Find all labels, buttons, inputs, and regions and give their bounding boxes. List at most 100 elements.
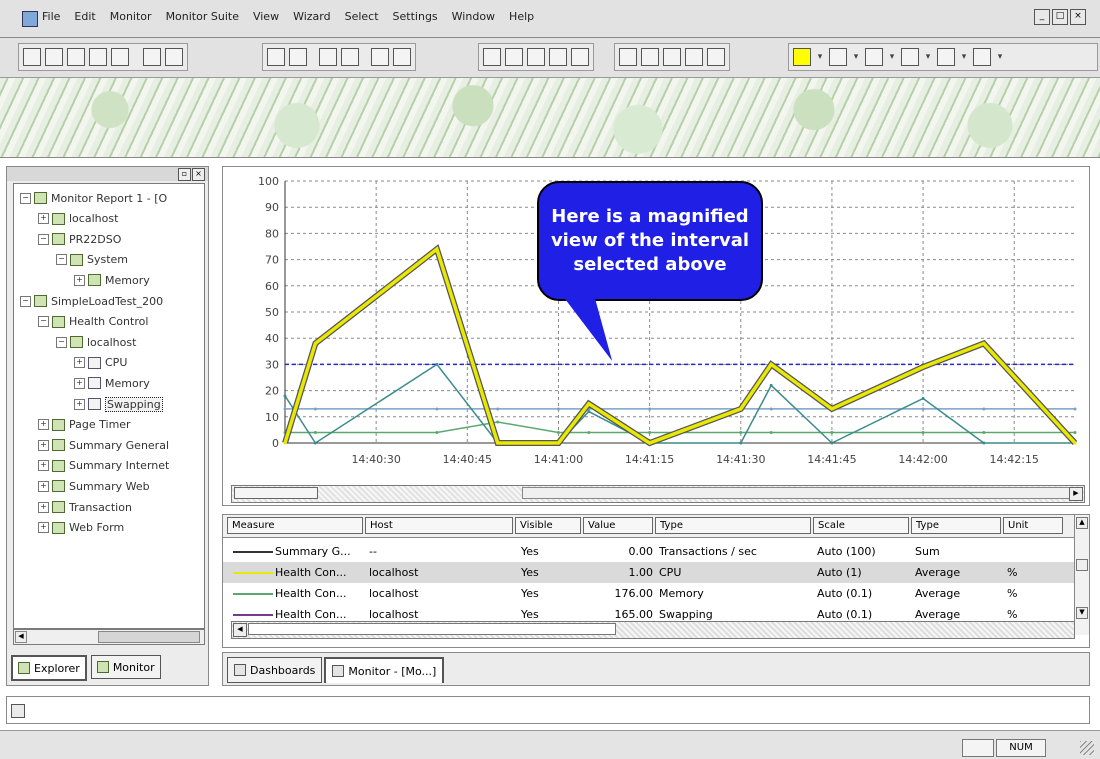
interval-start-handle[interactable] <box>234 487 318 499</box>
expand-icon[interactable]: + <box>38 480 49 492</box>
delete-icon[interactable] <box>341 48 359 66</box>
resize-grip[interactable] <box>1080 741 1094 755</box>
tree-item[interactable]: − PR22DSO <box>38 229 121 249</box>
grid-horizontal-scrollbar[interactable]: ◀ <box>231 621 1075 639</box>
tree-item[interactable]: + Memory <box>74 373 150 393</box>
explorer-horizontal-scrollbar[interactable]: ◀ <box>13 629 205 645</box>
tab-explorer[interactable]: Explorer <box>11 655 87 681</box>
column-header[interactable]: Type <box>655 517 811 534</box>
tree-item[interactable]: + Memory <box>74 270 150 290</box>
tree-item[interactable]: − System <box>56 250 128 270</box>
tree-item[interactable]: − SimpleLoadTest_200 <box>20 291 163 311</box>
tab-monitor-report[interactable]: Monitor - [Mo...] <box>324 657 445 683</box>
line-width-icon[interactable] <box>865 48 883 66</box>
table-view-icon[interactable] <box>641 48 659 66</box>
zoom-out-icon[interactable] <box>685 48 703 66</box>
scroll-up-icon[interactable]: ▲ <box>1076 517 1088 529</box>
menu-item[interactable]: Help <box>509 10 534 23</box>
menu-item[interactable]: View <box>253 10 279 23</box>
tree-item[interactable]: + Transaction <box>38 497 132 517</box>
scrollbar-thumb[interactable] <box>248 623 616 635</box>
expand-icon[interactable]: + <box>38 522 49 534</box>
chart-horizontal-scrollbar[interactable]: ▶ <box>231 485 1085 503</box>
table-row[interactable]: Summary G... -- Yes 0.00 Transactions / sec A… <box>223 541 1075 562</box>
collapse-icon[interactable]: − <box>38 233 49 245</box>
tree-item[interactable]: − localhost <box>56 332 136 352</box>
collapse-icon[interactable]: − <box>56 336 67 348</box>
tree-item[interactable]: + Summary General <box>38 435 169 455</box>
cut-icon[interactable] <box>267 48 285 66</box>
close-icon[interactable]: × <box>192 168 205 181</box>
pen-icon[interactable] <box>393 48 411 66</box>
restore-button[interactable]: □ <box>1052 9 1068 25</box>
column-header[interactable]: Scale <box>813 517 909 534</box>
print-icon[interactable] <box>143 48 161 66</box>
print-preview-icon[interactable] <box>165 48 183 66</box>
copy-icon[interactable] <box>289 48 307 66</box>
zoom-in-icon[interactable] <box>663 48 681 66</box>
table-row[interactable]: Health Con... localhost Yes 1.00 CPU Auto (1)… <box>223 562 1075 583</box>
expand-icon[interactable]: + <box>38 501 49 513</box>
color-swatch-icon[interactable] <box>793 48 811 66</box>
interval-scroll-thumb[interactable] <box>522 487 1070 499</box>
chart-view-icon[interactable] <box>619 48 637 66</box>
expand-icon[interactable]: + <box>74 377 85 389</box>
collapse-icon[interactable]: − <box>20 295 31 307</box>
expand-icon[interactable]: + <box>74 357 85 369</box>
chevron-down-icon[interactable]: ▾ <box>923 52 933 62</box>
close-button[interactable]: × <box>1070 9 1086 25</box>
scroll-left-icon[interactable]: ◀ <box>15 631 27 643</box>
monitor-reset-icon[interactable] <box>549 48 567 66</box>
expand-icon[interactable]: + <box>38 419 49 431</box>
tree-item[interactable]: − Health Control <box>38 312 148 332</box>
open-icon[interactable] <box>45 48 63 66</box>
tree-item[interactable]: + Summary Internet <box>38 456 169 476</box>
scroll-left-icon[interactable]: ◀ <box>233 623 247 637</box>
fit-icon[interactable] <box>707 48 725 66</box>
chevron-down-icon[interactable]: ▾ <box>995 52 1005 62</box>
chevron-down-icon[interactable]: ▾ <box>887 52 897 62</box>
column-header[interactable]: Host <box>365 517 513 534</box>
monitor-pause-icon[interactable] <box>505 48 523 66</box>
paste-icon[interactable] <box>319 48 337 66</box>
scroll-down-icon[interactable]: ▼ <box>1076 607 1088 619</box>
expand-icon[interactable]: + <box>38 439 49 451</box>
menu-item[interactable]: Settings <box>393 10 438 23</box>
column-header[interactable]: Measure <box>227 517 363 534</box>
expand-icon[interactable]: + <box>38 460 49 472</box>
collapse-icon[interactable]: − <box>38 316 49 328</box>
menu-item[interactable]: Select <box>345 10 379 23</box>
monitor-stop-icon[interactable] <box>527 48 545 66</box>
menu-item[interactable]: Monitor Suite <box>166 10 239 23</box>
monitor-start-icon[interactable] <box>483 48 501 66</box>
chevron-down-icon[interactable]: ▾ <box>851 52 861 62</box>
scroll-right-icon[interactable]: ▶ <box>1069 487 1083 501</box>
expand-icon[interactable]: + <box>38 213 49 225</box>
collapse-icon[interactable]: − <box>56 254 67 266</box>
monitor-export-icon[interactable] <box>571 48 589 66</box>
tree-item[interactable]: + Swapping <box>74 394 163 414</box>
tree-item[interactable]: + localhost <box>38 209 118 229</box>
menu-item[interactable]: Edit <box>74 10 95 23</box>
tree-item[interactable]: + Web Form <box>38 518 124 538</box>
save-all-icon[interactable] <box>89 48 107 66</box>
pin-icon[interactable]: ▫ <box>178 168 191 181</box>
scroll-thumb[interactable] <box>1076 559 1088 571</box>
table-row[interactable]: Health Con... localhost Yes 176.00 Memory Aut… <box>223 583 1075 604</box>
expand-icon[interactable]: + <box>74 398 85 410</box>
new-icon[interactable] <box>23 48 41 66</box>
tree-item[interactable]: − Monitor Report 1 - [O <box>20 188 167 208</box>
minimize-button[interactable]: _ <box>1034 9 1050 25</box>
menu-item[interactable]: Window <box>452 10 495 23</box>
tree-item[interactable]: + CPU <box>74 353 127 373</box>
chevron-down-icon[interactable]: ▾ <box>959 52 969 62</box>
tab-monitor[interactable]: Monitor <box>90 655 161 679</box>
font-icon[interactable] <box>973 48 991 66</box>
tree-item[interactable]: + Summary Web <box>38 476 150 496</box>
grid-vertical-scrollbar[interactable]: ▲ ▼ <box>1074 515 1089 635</box>
column-header[interactable]: Type <box>911 517 1001 534</box>
menu-item[interactable]: File <box>42 10 60 23</box>
line-style-icon[interactable] <box>829 48 847 66</box>
column-header[interactable]: Unit <box>1003 517 1063 534</box>
properties-icon[interactable] <box>371 48 389 66</box>
